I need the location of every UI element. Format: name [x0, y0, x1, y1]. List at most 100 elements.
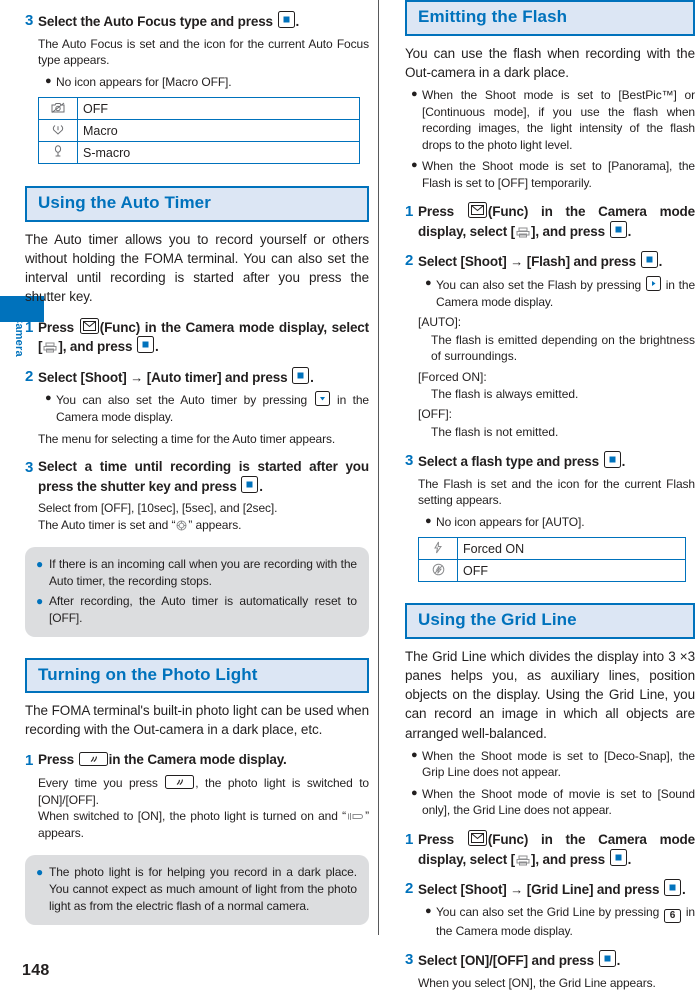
step-text: Select a flash type and press . — [418, 451, 695, 471]
grid-line-shortcut-bullet: ● You can also set the Grid Line by pres… — [425, 904, 695, 940]
photo-light-note-box: ● The photo light is for helping you rec… — [25, 855, 369, 925]
text-part: ” appears. — [188, 517, 242, 532]
step-text: Select a time until recording is started… — [38, 458, 369, 495]
center-select-key-icon — [241, 475, 259, 493]
autofocus-icon-table: OFF Macro S-macro — [38, 97, 360, 165]
flash-bullet-2: ● When the Shoot mode is set to [Panoram… — [411, 158, 695, 191]
step-text: Select [Shoot] → [Grid Line] and press . — [418, 879, 695, 899]
section-heading-flash: Emitting the Flash — [405, 0, 695, 36]
photo-light-description: Every time you press , the photo light i… — [38, 775, 369, 808]
autofocus-bullet: ● No icon appears for [Macro OFF]. — [45, 74, 369, 91]
step-text-part: [Auto timer] and press — [146, 369, 288, 385]
step-text-part: . — [627, 851, 632, 867]
step-text-part: . — [658, 254, 663, 270]
auto-timer-shortcut-bullet: ● You can also set the Auto timer by pre… — [45, 391, 369, 425]
note-item: ● The photo light is for helping you rec… — [36, 864, 357, 914]
step-text: Select [Shoot] → [Flash] and press . — [418, 251, 695, 271]
step-text: Press in the Camera mode display. — [38, 751, 369, 769]
center-select-key-icon — [598, 950, 616, 968]
center-select-key-icon — [663, 879, 681, 897]
bullet-dot-icon: ● — [411, 88, 418, 100]
shoot-menu-icon — [516, 855, 530, 866]
photo-light-intro: The FOMA terminal's built-in photo light… — [25, 703, 369, 738]
step-flash-2: 2 Select [Shoot] → [Flash] and press . — [405, 251, 695, 271]
step-grid-line-1: 1 Press (Func) in the Camera mode displa… — [405, 829, 695, 868]
bullet-dot-icon: ● — [45, 392, 52, 405]
center-select-key-icon — [609, 220, 627, 238]
step-grid-line-2: 2 Select [Shoot] → [Grid Line] and press… — [405, 879, 695, 899]
step-text-part: . — [154, 339, 159, 355]
step-text-part: Select a flash type and press — [418, 454, 599, 470]
right-column: Emitting the Flash You can use the flash… — [405, 0, 695, 992]
right-arrow-glyph: → — [510, 254, 524, 270]
autofocus-description: The Auto Focus is set and the icon for t… — [38, 36, 369, 68]
center-select-key-icon — [292, 366, 310, 384]
step-text-part: . — [310, 369, 314, 385]
step-autofocus-select: 3 Select the Auto Focus type and press . — [25, 11, 369, 31]
bullet-dot-icon: ● — [425, 904, 432, 917]
flash-auto-term: [AUTO]: — [418, 315, 462, 330]
table-cell-label: Forced ON — [457, 537, 686, 561]
step-number: 3 — [405, 951, 414, 969]
table-cell-label: OFF — [77, 97, 360, 121]
bullet-text: When the Shoot mode is set to [Deco-Snap… — [422, 748, 695, 780]
step-grid-line-3: 3 Select [ON]/[OFF] and press . — [405, 950, 695, 970]
step-text-part: ], and press — [531, 851, 605, 867]
note-bullet-icon: ● — [36, 593, 44, 608]
note-item: ● After recording, the Auto timer is aut… — [36, 593, 357, 627]
bullet-text: No icon appears for [AUTO]. — [436, 514, 585, 529]
macro-icon — [38, 119, 78, 143]
table-cell-label: S-macro — [77, 141, 360, 165]
photo-light-key-icon — [165, 775, 195, 789]
step-number: 2 — [405, 880, 414, 898]
step-text: Press (Func) in the Camera mode display,… — [418, 202, 695, 240]
photo-light-key-icon — [78, 751, 108, 766]
s-macro-icon — [38, 141, 78, 165]
step-text-part: [Flash] and press — [526, 254, 636, 270]
flash-auto-no-icon-bullet: ● No icon appears for [AUTO]. — [425, 514, 695, 531]
step-text-part: Select a time until recording is started… — [38, 459, 369, 494]
bullet-dot-icon: ● — [411, 786, 418, 799]
center-select-key-icon — [640, 251, 658, 269]
text-part: When switched to [ON], the photo light i… — [38, 809, 347, 824]
numeric-key-6-icon: 6 — [663, 908, 682, 923]
flash-set-description: The Flash is set and the icon for the cu… — [418, 476, 695, 508]
photo-light-icon — [347, 811, 364, 822]
bullet-dot-icon: ● — [45, 74, 52, 87]
step-text-part: . — [616, 953, 621, 969]
step-text: Press (Func) in the Camera mode display,… — [38, 317, 369, 356]
note-bullet-icon: ● — [36, 865, 44, 880]
flash-bullet-1: ● When the Shoot mode is set to [BestPic… — [411, 87, 695, 153]
center-select-key-icon — [136, 336, 154, 354]
step-text-part: Select [Shoot] — [418, 254, 507, 270]
note-text: After recording, the Auto timer is autom… — [49, 593, 357, 625]
bullet-text-part: You can also set the Grid Line by pressi… — [436, 904, 660, 919]
step-text-part: Press — [418, 831, 455, 847]
step-text: Select the Auto Focus type and press . — [38, 11, 369, 31]
flash-off-desc: The flash is not emitted. — [431, 424, 559, 439]
auto-timer-icon — [176, 520, 187, 531]
step-text-part: Press — [418, 204, 455, 220]
step-text-tail: . — [295, 14, 300, 29]
bullet-text: When the Shoot mode is set to [BestPic™]… — [422, 88, 695, 152]
step-text: Select [ON]/[OFF] and press . — [418, 950, 695, 970]
step-text-part: Select [Shoot] — [418, 882, 507, 898]
flash-off-icon — [418, 559, 458, 583]
table-row: OFF — [418, 559, 686, 583]
flash-intro: You can use the flash when recording wit… — [405, 45, 695, 80]
flash-forced-on-icon — [418, 537, 458, 561]
step-text-part: Select [ON]/[OFF] and press — [418, 953, 594, 969]
shoot-menu-icon — [516, 227, 530, 238]
note-text: If there is an incoming call when you ar… — [49, 557, 357, 589]
step-text-part: . — [681, 882, 686, 898]
step-flash-3: 3 Select a flash type and press . — [405, 451, 695, 471]
mail-func-key-icon — [467, 202, 487, 219]
step-number: 1 — [25, 318, 34, 336]
left-column: 3 Select the Auto Focus type and press .… — [25, 0, 369, 925]
step-text-part: . — [627, 223, 632, 239]
step-text-part: . — [621, 454, 626, 470]
macro-off-icon — [38, 97, 78, 121]
flash-icon-table: Forced ON OFF — [418, 537, 686, 583]
section-heading-auto-timer: Using the Auto Timer — [25, 186, 369, 222]
auto-timer-options: Select from [OFF], [10sec], [5sec], and … — [38, 501, 278, 516]
